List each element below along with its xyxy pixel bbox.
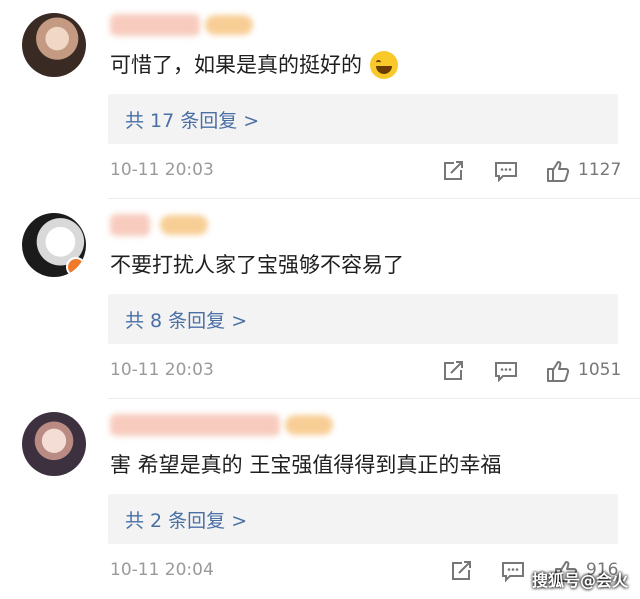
comment-icon[interactable]	[493, 158, 519, 184]
like-icon[interactable]	[545, 158, 571, 184]
like-count: 1127	[578, 160, 622, 180]
vip-badge	[205, 15, 253, 35]
verified-badge-icon	[66, 257, 86, 277]
replies-label: 共 17 条回复 >	[125, 110, 260, 132]
comment-time: 10-11 20:04	[110, 560, 214, 580]
replies-link[interactable]: 共 17 条回复 >	[108, 94, 618, 144]
like-count: 1051	[578, 360, 622, 380]
avatar[interactable]	[22, 412, 86, 476]
share-icon[interactable]	[448, 558, 474, 584]
comment-text: 不要打扰人家了宝强够不容易了	[110, 253, 404, 277]
source-watermark: 搜狐号@会火	[531, 571, 628, 590]
comment-item: 不要打扰人家了宝强够不容易了 共 8 条回复 > 10-11 20:03 105…	[0, 200, 640, 399]
replies-label: 共 2 条回复 >	[125, 510, 248, 532]
comment-icon[interactable]	[493, 358, 519, 384]
vip-badge	[285, 415, 333, 435]
share-icon[interactable]	[440, 158, 466, 184]
comment-item: 可惜了，如果是真的挺好的 共 17 条回复 > 10-11 20:03 1127	[0, 0, 640, 199]
divider	[108, 398, 640, 399]
avatar[interactable]	[22, 213, 86, 277]
replies-link[interactable]: 共 2 条回复 >	[108, 494, 618, 544]
username-blurred[interactable]	[110, 414, 280, 436]
comment-icon[interactable]	[500, 558, 526, 584]
comment-text: 害 希望是真的 王宝强值得得到真正的幸福	[110, 453, 502, 477]
username-blurred[interactable]	[110, 14, 200, 36]
like-icon[interactable]	[545, 358, 571, 384]
comment-text: 可惜了，如果是真的挺好的	[110, 50, 398, 80]
avatar[interactable]	[22, 13, 86, 77]
comment-time: 10-11 20:03	[110, 360, 214, 380]
vip-badge	[160, 215, 208, 235]
replies-label: 共 8 条回复 >	[125, 310, 248, 332]
replies-link[interactable]: 共 8 条回复 >	[108, 294, 618, 344]
share-icon[interactable]	[440, 358, 466, 384]
laughing-tears-emoji-icon	[370, 51, 398, 79]
username-blurred[interactable]	[110, 214, 150, 236]
divider	[108, 198, 640, 199]
comment-time: 10-11 20:03	[110, 160, 214, 180]
